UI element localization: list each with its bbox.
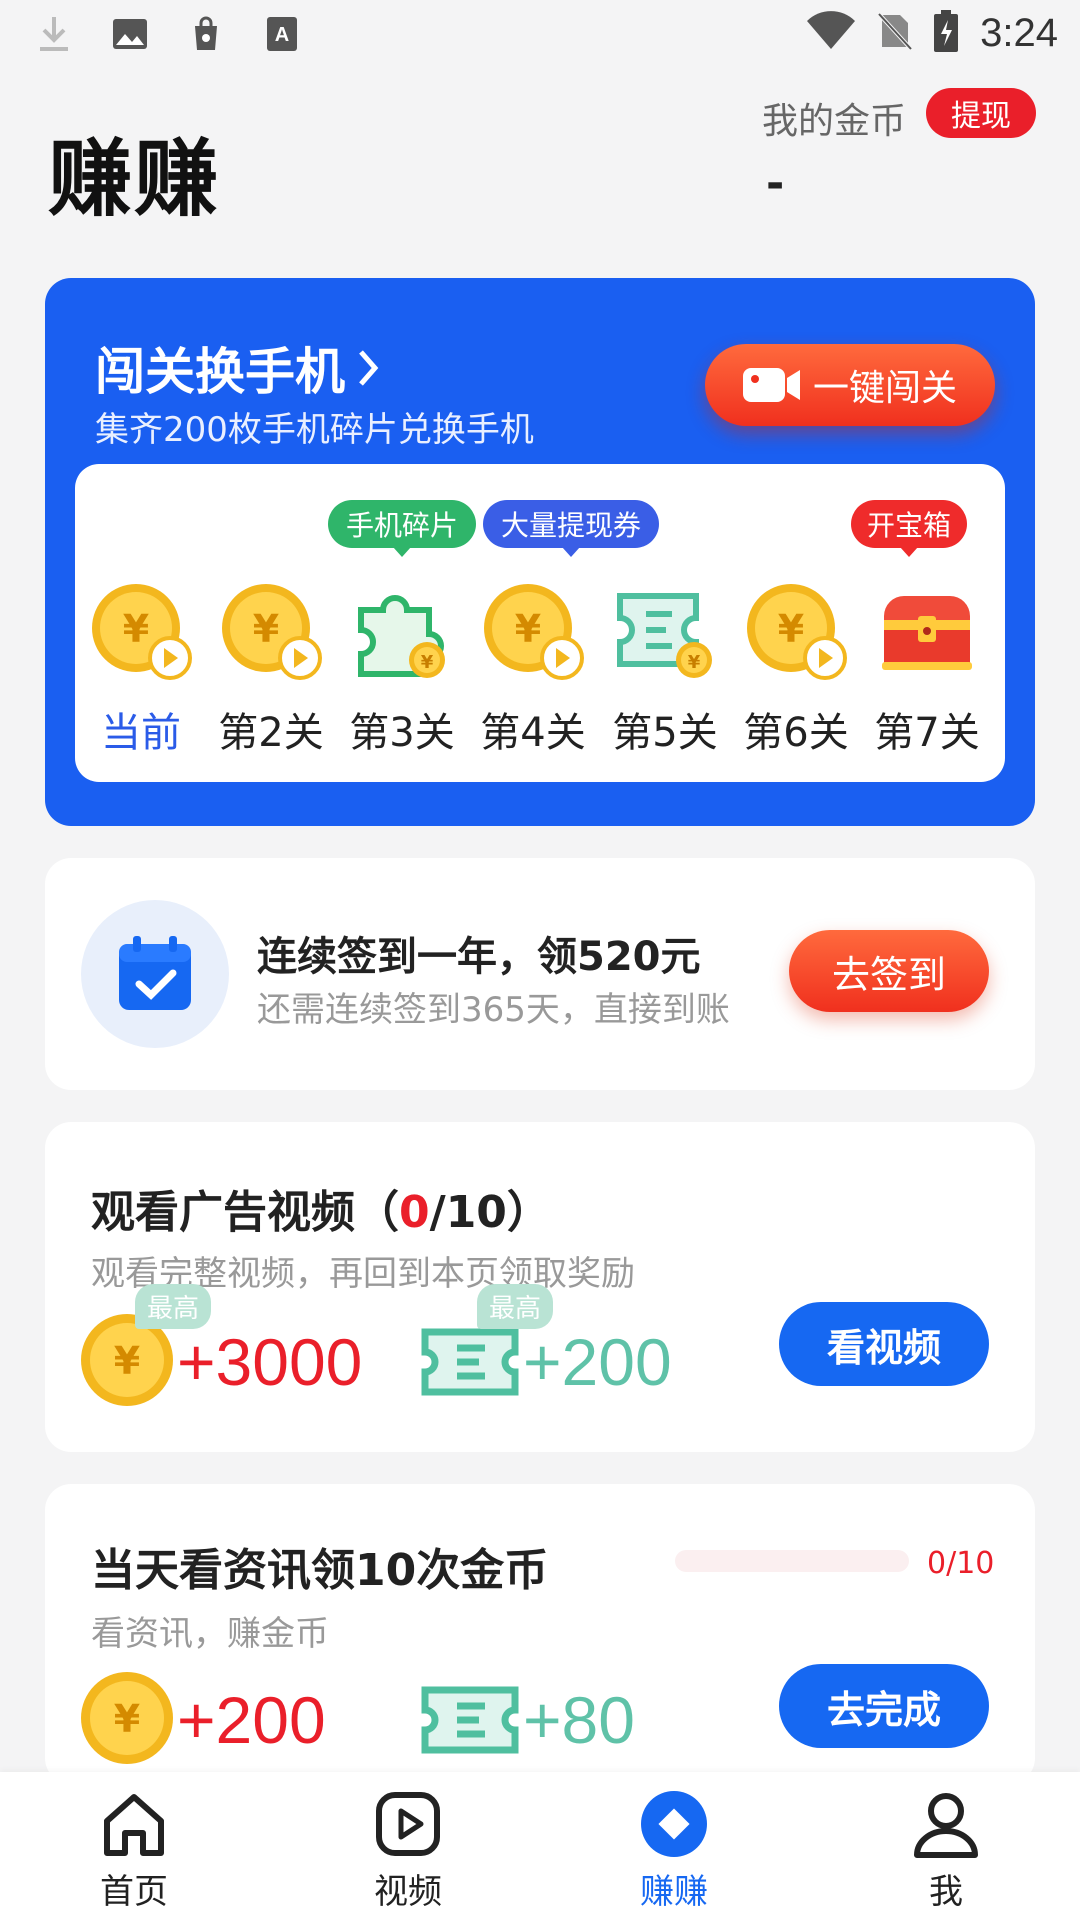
read-news-progress-text: 0/10 <box>927 1546 995 1581</box>
challenge-subtitle: 集齐200枚手机碎片兑换手机 <box>95 410 534 450</box>
nav-item-profile[interactable]: 我 <box>876 1786 1016 1913</box>
coin-icon: ¥ 最高 <box>77 1284 212 1414</box>
level-item-5[interactable]: ¥ 第5关 <box>603 576 727 766</box>
calendar-check-icon <box>81 900 229 1048</box>
nav-label-profile: 我 <box>929 1872 963 1912</box>
battery-charging-icon <box>934 10 959 56</box>
level-label-5: 第5关 <box>612 710 718 756</box>
ticket-max-tag: 最高 <box>477 1284 554 1329</box>
signin-button[interactable]: 去签到 <box>789 930 989 1012</box>
challenge-card: 闯关换手机 集齐200枚手机碎片兑换手机 一键闯关 手机碎片 大量提现券 开宝箱… <box>45 278 1035 826</box>
level-item-6[interactable]: ¥ 第6关 <box>734 576 858 766</box>
signin-title: 连续签到一年，领520元 <box>257 934 701 980</box>
read-news-subtitle: 看资讯，赚金币 <box>91 1614 329 1654</box>
coin-play-icon: ¥ <box>216 576 326 686</box>
svg-text:¥: ¥ <box>421 652 434 673</box>
level-label-3: 第3关 <box>349 710 455 756</box>
svg-text:¥: ¥ <box>778 607 804 651</box>
ticket-reward-amount: +80 <box>523 1683 635 1757</box>
clock-time: 3:24 <box>980 10 1058 55</box>
no-sim-icon <box>877 11 913 55</box>
watch-ad-title: 观看广告视频（0/10） <box>91 1187 551 1238</box>
svg-text:¥: ¥ <box>114 1697 140 1741</box>
nav-label-video: 视频 <box>374 1872 442 1912</box>
bottom-nav: 首页 视频 赚赚 我 <box>0 1772 1080 1920</box>
coin-reward: ¥ 最高 +3000 <box>77 1284 363 1414</box>
read-news-title: 当天看资讯领10次金币 <box>91 1545 549 1596</box>
coin-max-tag: 最高 <box>135 1284 212 1329</box>
my-coins-value: - <box>766 158 785 209</box>
level-label-7: 第7关 <box>874 710 980 756</box>
watch-ad-card: 观看广告视频（0/10） 观看完整视频，再回到本页领取奖励 ¥ 最高 +3000… <box>45 1122 1035 1452</box>
svg-text:¥: ¥ <box>123 607 149 651</box>
level-5-tag: 大量提现券 <box>483 500 660 557</box>
coin-play-icon: ¥ <box>86 576 196 686</box>
one-click-challenge-button[interactable]: 一键闯关 <box>705 344 995 426</box>
my-coins-label[interactable]: 我的金币 <box>762 92 906 144</box>
read-news-progress-bar <box>675 1550 909 1572</box>
level-label-current: 当前 <box>101 710 181 756</box>
nav-label-earn: 赚赚 <box>640 1872 708 1912</box>
treasure-chest-icon <box>872 576 982 686</box>
svg-text:¥: ¥ <box>114 1339 140 1383</box>
watch-ad-count: 0 <box>399 1187 430 1238</box>
level-item-7[interactable]: 第7关 <box>865 576 989 766</box>
levels-track: 手机碎片 大量提现券 开宝箱 ¥ 当前 ¥ 第2关 ¥ 第3关 ¥ 第4关 ¥ … <box>75 464 1005 782</box>
read-news-card: 当天看资讯领10次金币 0/10 看资讯，赚金币 ¥ +200 +80 去完成 <box>45 1484 1035 1784</box>
ticket-reward: 最高 +200 <box>419 1284 672 1414</box>
puzzle-piece-icon: ¥ <box>347 576 457 686</box>
watch-video-button[interactable]: 看视频 <box>779 1302 989 1386</box>
level-item-3[interactable]: ¥ 第3关 <box>340 576 464 766</box>
image-icon <box>110 14 150 54</box>
level-label-4: 第4关 <box>480 710 586 756</box>
one-click-challenge-label: 一键闯关 <box>812 368 957 409</box>
ticket-icon: ¥ <box>610 576 720 686</box>
level-3-tag: 手机碎片 <box>328 500 477 557</box>
coin-icon: ¥ <box>77 1668 177 1772</box>
status-bar: A 3:24 <box>0 0 1080 72</box>
level-label-6: 第6关 <box>743 710 849 756</box>
earn-diamond-icon <box>636 1786 712 1862</box>
nav-item-video[interactable]: 视频 <box>338 1786 478 1913</box>
nav-item-earn[interactable]: 赚赚 <box>604 1786 744 1913</box>
keyboard-a-icon: A <box>262 14 302 54</box>
challenge-title: 闯关换手机 <box>95 343 345 401</box>
nav-label-home: 首页 <box>100 1872 168 1912</box>
level-7-tag: 开宝箱 <box>851 500 968 557</box>
ticket-icon: 最高 <box>419 1284 554 1414</box>
coin-reward: ¥ +200 <box>77 1668 326 1772</box>
home-icon <box>96 1786 172 1862</box>
video-camera-icon <box>742 368 800 402</box>
coin-play-icon: ¥ <box>741 576 851 686</box>
chevron-right-icon <box>359 350 379 386</box>
download-icon <box>34 14 74 54</box>
coin-reward-amount: +3000 <box>177 1325 363 1399</box>
ticket-icon <box>419 1668 523 1772</box>
wifi-icon <box>806 11 856 55</box>
svg-text:A: A <box>275 24 289 46</box>
signin-card: 连续签到一年，领520元 还需连续签到365天，直接到账 去签到 <box>45 858 1035 1090</box>
go-complete-button[interactable]: 去完成 <box>779 1664 989 1748</box>
level-item-2[interactable]: ¥ 第2关 <box>209 576 333 766</box>
ticket-reward-amount: +200 <box>523 1325 672 1399</box>
level-item-4[interactable]: ¥ 第4关 <box>471 576 595 766</box>
video-play-icon <box>370 1786 446 1862</box>
bag-icon <box>186 14 226 54</box>
page-title: 赚赚 <box>48 130 221 228</box>
svg-text:¥: ¥ <box>515 607 541 651</box>
signin-subtitle: 还需连续签到365天，直接到账 <box>257 990 730 1030</box>
level-item-current[interactable]: ¥ 当前 <box>79 576 203 766</box>
coin-play-icon: ¥ <box>478 576 588 686</box>
ticket-reward: +80 <box>419 1668 635 1772</box>
coin-reward-amount: +200 <box>177 1683 326 1757</box>
level-label-2: 第2关 <box>218 710 324 756</box>
nav-item-home[interactable]: 首页 <box>64 1786 204 1913</box>
profile-icon <box>908 1786 984 1862</box>
challenge-title-link[interactable]: 闯关换手机 <box>95 332 381 404</box>
svg-text:¥: ¥ <box>253 607 279 651</box>
svg-text:¥: ¥ <box>688 652 701 673</box>
withdraw-button[interactable]: 提现 <box>926 88 1036 138</box>
